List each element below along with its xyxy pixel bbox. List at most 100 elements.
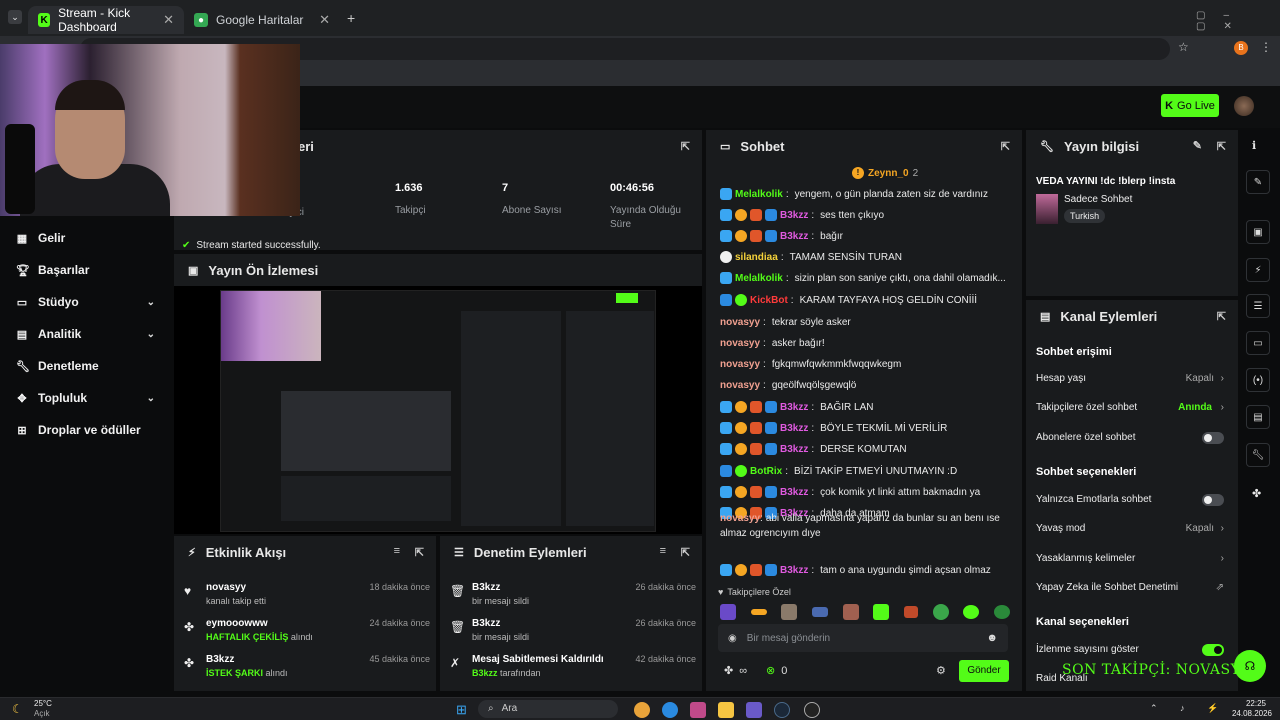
chat-username[interactable]: B3kzz: [780, 423, 808, 434]
toggle-switch[interactable]: [1202, 432, 1224, 444]
obs-icon[interactable]: [804, 702, 820, 718]
preview-video[interactable]: [220, 290, 656, 532]
setting-slow-mode[interactable]: Yavaş mod Kapalı ›: [1036, 523, 1224, 537]
expand-icon[interactable]: ⇱: [681, 140, 690, 153]
list-icon[interactable]: ☰: [1246, 294, 1270, 318]
support-chat-icon[interactable]: ☊: [1234, 650, 1266, 682]
taskbar-search[interactable]: ⌕ Ara: [478, 700, 618, 718]
pinned-user[interactable]: Zeynn_0: [868, 168, 909, 179]
emote-icon[interactable]: [842, 604, 859, 620]
steam-icon[interactable]: [774, 702, 790, 718]
star-icon[interactable]: ☆: [1178, 40, 1189, 54]
toggle-switch[interactable]: [1202, 494, 1224, 506]
chat-message[interactable]: novasyy: gqeölfwqölşgewqlö: [720, 378, 1010, 392]
channel-icon[interactable]: ▤: [1246, 405, 1270, 429]
chat-username[interactable]: silandiaa: [735, 252, 778, 263]
chrome-icon[interactable]: [634, 702, 650, 718]
gear-icon[interactable]: ⚙: [936, 664, 946, 677]
setting-subscribers-only[interactable]: Abonelere özel sohbet: [1036, 432, 1224, 446]
tab-kick-dashboard[interactable]: K Stream - Kick Dashboard ✕: [28, 6, 184, 34]
system-tray-icons[interactable]: ⌃ ♪ ⚡: [1150, 703, 1228, 714]
sidebar-item-basarilar[interactable]: 🏆︎ Başarılar: [16, 258, 161, 282]
windows-start-icon[interactable]: ⊞: [456, 702, 467, 718]
filter-icon[interactable]: ≡: [660, 545, 666, 557]
sidebar-item-denetleme[interactable]: 🔧︎ Denetleme: [16, 354, 161, 378]
chat-message[interactable]: B3kzz: BÖYLE TEKMİL Mİ VERİLİR: [720, 421, 1010, 435]
emoji-icon[interactable]: ☻: [986, 632, 998, 644]
wrench-icon[interactable]: 🔧︎: [1246, 443, 1270, 467]
sidebar-item-analitik[interactable]: ▤ Analitik ⌄: [16, 322, 161, 346]
chat-username[interactable]: novasyy: [720, 513, 760, 524]
emote-icon[interactable]: [781, 604, 798, 620]
window-controls[interactable]: ▢–▢✕: [1196, 10, 1280, 32]
pencil-icon[interactable]: ✎: [1193, 139, 1202, 152]
setting-banned-words[interactable]: Yasaklanmış kelimeler ›: [1036, 553, 1224, 567]
chat-message[interactable]: novasyy: abi valla yapmasına yaparız da b…: [720, 511, 1010, 541]
emote-icon[interactable]: [932, 604, 949, 620]
setting-ai-moderation[interactable]: Yapay Zeka ile Sohbet Denetimi ⇗: [1036, 582, 1224, 596]
chat-message[interactable]: B3kzz: DERSE KOMUTAN: [720, 442, 1010, 456]
filter-icon[interactable]: ≡: [394, 545, 400, 557]
chat-username[interactable]: Melalkolik: [735, 273, 783, 284]
emote-icon[interactable]: [903, 606, 918, 618]
emote-icon[interactable]: [993, 605, 1010, 619]
chat-message[interactable]: B3kzz: BAĞIR LAN: [720, 400, 1010, 414]
chat-username[interactable]: novasyy: [720, 359, 760, 370]
tab-list-button[interactable]: ⌄: [8, 10, 22, 24]
file-explorer-icon[interactable]: [718, 702, 734, 718]
chat-username[interactable]: B3kzz: [780, 565, 808, 576]
emote-icon[interactable]: [873, 604, 890, 620]
chat-username[interactable]: B3kzz: [780, 402, 808, 413]
chat-message[interactable]: B3kzz: çok komik yt linki attım bakmadın …: [720, 485, 1010, 499]
setting-emote-only[interactable]: Yalnızca Emotlarla sohbet: [1036, 494, 1224, 508]
info-icon[interactable]: ℹ: [1252, 139, 1256, 152]
chat-message[interactable]: novasyy: asker bağır!: [720, 336, 1010, 350]
emote-icon[interactable]: [750, 609, 767, 615]
expand-icon[interactable]: ⇱: [415, 546, 424, 559]
sidebar-item-topluluk[interactable]: ✥ Topluluk ⌄: [16, 386, 161, 410]
expand-icon[interactable]: ⇱: [1217, 140, 1226, 153]
chat-message[interactable]: BotRix: BİZİ TAKİP ETMEYİ UNUTMAYIN :D: [720, 464, 1010, 478]
tab-google-maps[interactable]: ● Google Haritalar ✕: [184, 6, 340, 34]
setting-account-age[interactable]: Hesap yaşı Kapalı ›: [1036, 373, 1224, 387]
sidebar-item-studyo[interactable]: ▭ Stüdyo ⌄: [16, 290, 161, 314]
chat-message[interactable]: novasyy: tekrar söyle asker: [720, 315, 1010, 329]
chat-username[interactable]: B3kzz: [780, 210, 808, 221]
profile-icon[interactable]: B: [1234, 41, 1248, 55]
chat-username[interactable]: B3kzz: [780, 444, 808, 455]
weather-icon[interactable]: ☾: [12, 702, 23, 716]
chat-message[interactable]: B3kzz: tam o ana uygundu şimdi açsan olma…: [720, 563, 1010, 577]
chat-input[interactable]: ◉ Bir mesaj gönderin ☻: [718, 624, 1008, 652]
points-icon[interactable]: ✤: [1252, 487, 1261, 500]
chat-icon[interactable]: ▭: [1246, 331, 1270, 355]
expand-icon[interactable]: ⇱: [1001, 140, 1010, 153]
chat-message[interactable]: Melalkolik: yengem, o gün planda zaten si…: [720, 187, 1010, 201]
toggle-switch[interactable]: [1202, 644, 1224, 656]
chat-username[interactable]: B3kzz: [780, 231, 808, 242]
setting-followers-only[interactable]: Takipçilere özel sohbet Anında ›: [1036, 402, 1224, 416]
teams-icon[interactable]: [746, 702, 762, 718]
new-tab-button[interactable]: +: [347, 10, 355, 26]
go-live-button[interactable]: K Go Live: [1161, 94, 1219, 117]
chat-username[interactable]: novasyy: [720, 317, 760, 328]
chat-message[interactable]: B3kzz: ses tten çıkıyo: [720, 208, 1010, 222]
copilot-icon[interactable]: [690, 702, 706, 718]
user-avatar[interactable]: [1234, 96, 1254, 116]
sidebar-item-gelir[interactable]: ▦ Gelir: [16, 226, 161, 250]
pencil-icon[interactable]: ✎: [1246, 170, 1270, 194]
close-icon[interactable]: ✕: [163, 12, 174, 28]
chat-message[interactable]: novasyy: fgkqmwfqwkmmkfwqqwkegm: [720, 357, 1010, 371]
expand-icon[interactable]: ⇱: [681, 546, 690, 559]
sidebar-item-droplar[interactable]: ⊞ Droplar ve ödüller: [16, 418, 161, 442]
edge-icon[interactable]: [662, 702, 678, 718]
broadcast-icon[interactable]: (•): [1246, 368, 1270, 392]
chat-message[interactable]: KickBot: KARAM TAYFAYA HOŞ GELDİN CONİİİ: [720, 293, 1010, 307]
expand-icon[interactable]: ⇱: [1217, 310, 1226, 323]
stats-icon[interactable]: ▣: [1246, 220, 1270, 244]
chat-message[interactable]: Melalkolik: sizin plan son saniye çıktı, …: [720, 271, 1010, 285]
chat-username[interactable]: B3kzz: [780, 487, 808, 498]
setting-show-viewers[interactable]: İzlenme sayısını göster: [1036, 644, 1224, 658]
chat-username[interactable]: BotRix: [750, 466, 782, 477]
emote-icon[interactable]: [720, 604, 736, 620]
chat-username[interactable]: novasyy: [720, 338, 760, 349]
